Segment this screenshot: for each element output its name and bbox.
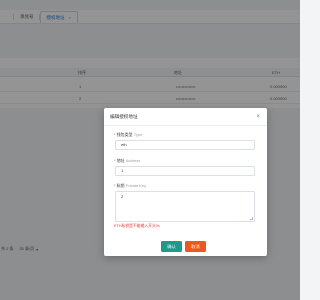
wallet-type-label: *钱包类型 Type	[114, 132, 143, 137]
resize-handle-icon[interactable]	[250, 217, 253, 220]
private-key-value: 2	[121, 194, 124, 199]
address-label-text: 地址	[116, 158, 125, 163]
address-hint: Address	[125, 158, 141, 163]
private-key-label: *私钥 Private Key	[114, 183, 147, 188]
dialog-header: 编辑授权地址 ×	[104, 108, 267, 126]
address-input[interactable]: 1	[115, 166, 255, 176]
address-label: *地址 Address	[114, 158, 141, 163]
confirm-button[interactable]: 确认	[161, 241, 182, 252]
private-key-label-text: 私钥	[116, 183, 125, 188]
wallet-type-hint: Type	[133, 132, 143, 137]
address-value: 1	[121, 168, 124, 173]
wallet-type-input[interactable]: eth	[115, 140, 255, 150]
private-key-textarea[interactable]: 2	[115, 191, 255, 222]
edit-address-dialog: 编辑授权地址 × *钱包类型 Type eth *地址 Address 1 *私…	[104, 108, 267, 256]
cancel-button[interactable]: 取消	[185, 241, 206, 252]
validation-error: ETH私钥是不能输入开头0x	[114, 224, 160, 228]
private-key-hint: Private Key	[125, 183, 147, 188]
wallet-type-value: eth	[121, 142, 127, 147]
wallet-type-label-text: 钱包类型	[116, 132, 133, 137]
dialog-title: 编辑授权地址	[110, 113, 138, 119]
close-icon[interactable]: ×	[256, 114, 260, 120]
